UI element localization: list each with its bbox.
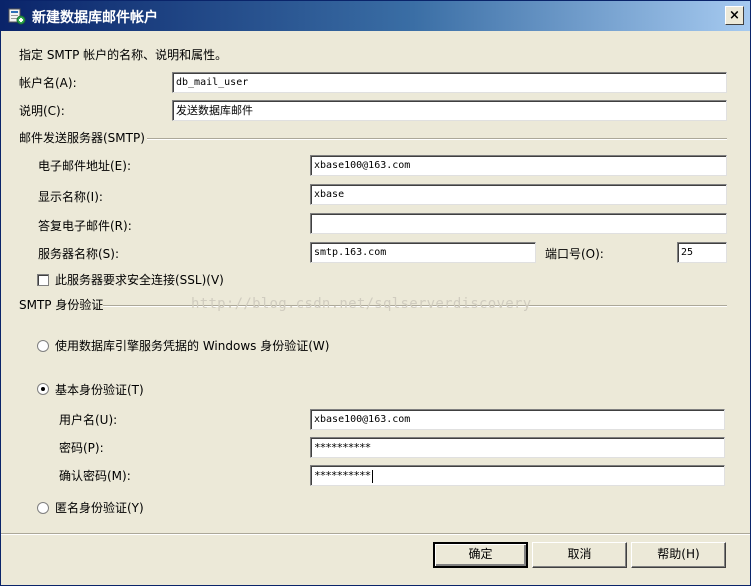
text-caret [372,469,374,483]
basic-auth-label[interactable]: 基本身份验证(T) [55,382,144,398]
button-area-divider [1,533,750,535]
database-mail-icon [8,7,26,25]
reply-email-input[interactable] [310,213,727,234]
password-input[interactable]: ********** [310,437,725,458]
basic-auth-radio[interactable] [37,383,49,395]
smtp-group-divider [147,138,727,140]
auth-group-label: SMTP 身份验证 [19,298,104,312]
title-bar[interactable]: 新建数据库邮件帐户 × [1,1,750,31]
reply-email-label: 答复电子邮件(R): [38,219,132,233]
help-button[interactable]: 帮助(H) [631,542,726,568]
display-name-input[interactable]: xbase [310,184,727,205]
confirm-password-label: 确认密码(M): [59,469,131,483]
window-title: 新建数据库邮件帐户 [32,10,158,26]
server-name-label: 服务器名称(S): [38,247,120,261]
port-input[interactable]: 25 [677,242,727,263]
intro-text: 指定 SMTP 帐户的名称、说明和属性。 [19,48,228,62]
confirm-password-value: ********** [314,469,371,482]
dialog-window: 新建数据库邮件帐户 × 指定 SMTP 帐户的名称、说明和属性。 帐户名(A):… [0,0,751,586]
smtp-group-label: 邮件发送服务器(SMTP) [19,131,145,145]
description-label: 说明(C): [19,104,65,118]
windows-auth-label[interactable]: 使用数据库引擎服务凭据的 Windows 身份验证(W) [55,338,329,354]
close-icon: × [729,8,740,23]
description-input[interactable]: 发送数据库邮件 [172,100,727,121]
email-address-input[interactable]: xbase100@163.com [310,155,727,176]
windows-auth-radio[interactable] [37,340,49,352]
confirm-password-input[interactable]: ********** [310,465,725,486]
anonymous-auth-label[interactable]: 匿名身份验证(Y) [55,500,144,516]
anonymous-auth-radio[interactable] [37,502,49,514]
ssl-label[interactable]: 此服务器要求安全连接(SSL)(V) [55,272,224,288]
close-button[interactable]: × [725,6,744,25]
ssl-checkbox[interactable] [37,274,49,286]
cancel-button[interactable]: 取消 [532,542,627,568]
email-address-label: 电子邮件地址(E): [38,159,131,173]
watermark-text: http://blog.csdn.net/sqlserverdiscovery [191,296,532,312]
username-input[interactable]: xbase100@163.com [310,409,725,430]
account-name-input[interactable]: db_mail_user [172,72,727,93]
ok-button[interactable]: 确定 [433,542,528,568]
server-name-input[interactable]: smtp.163.com [310,242,536,263]
password-label: 密码(P): [59,441,104,455]
account-name-label: 帐户名(A): [19,76,77,90]
port-label: 端口号(O): [545,247,604,261]
display-name-label: 显示名称(I): [38,190,103,204]
username-label: 用户名(U): [59,413,118,427]
